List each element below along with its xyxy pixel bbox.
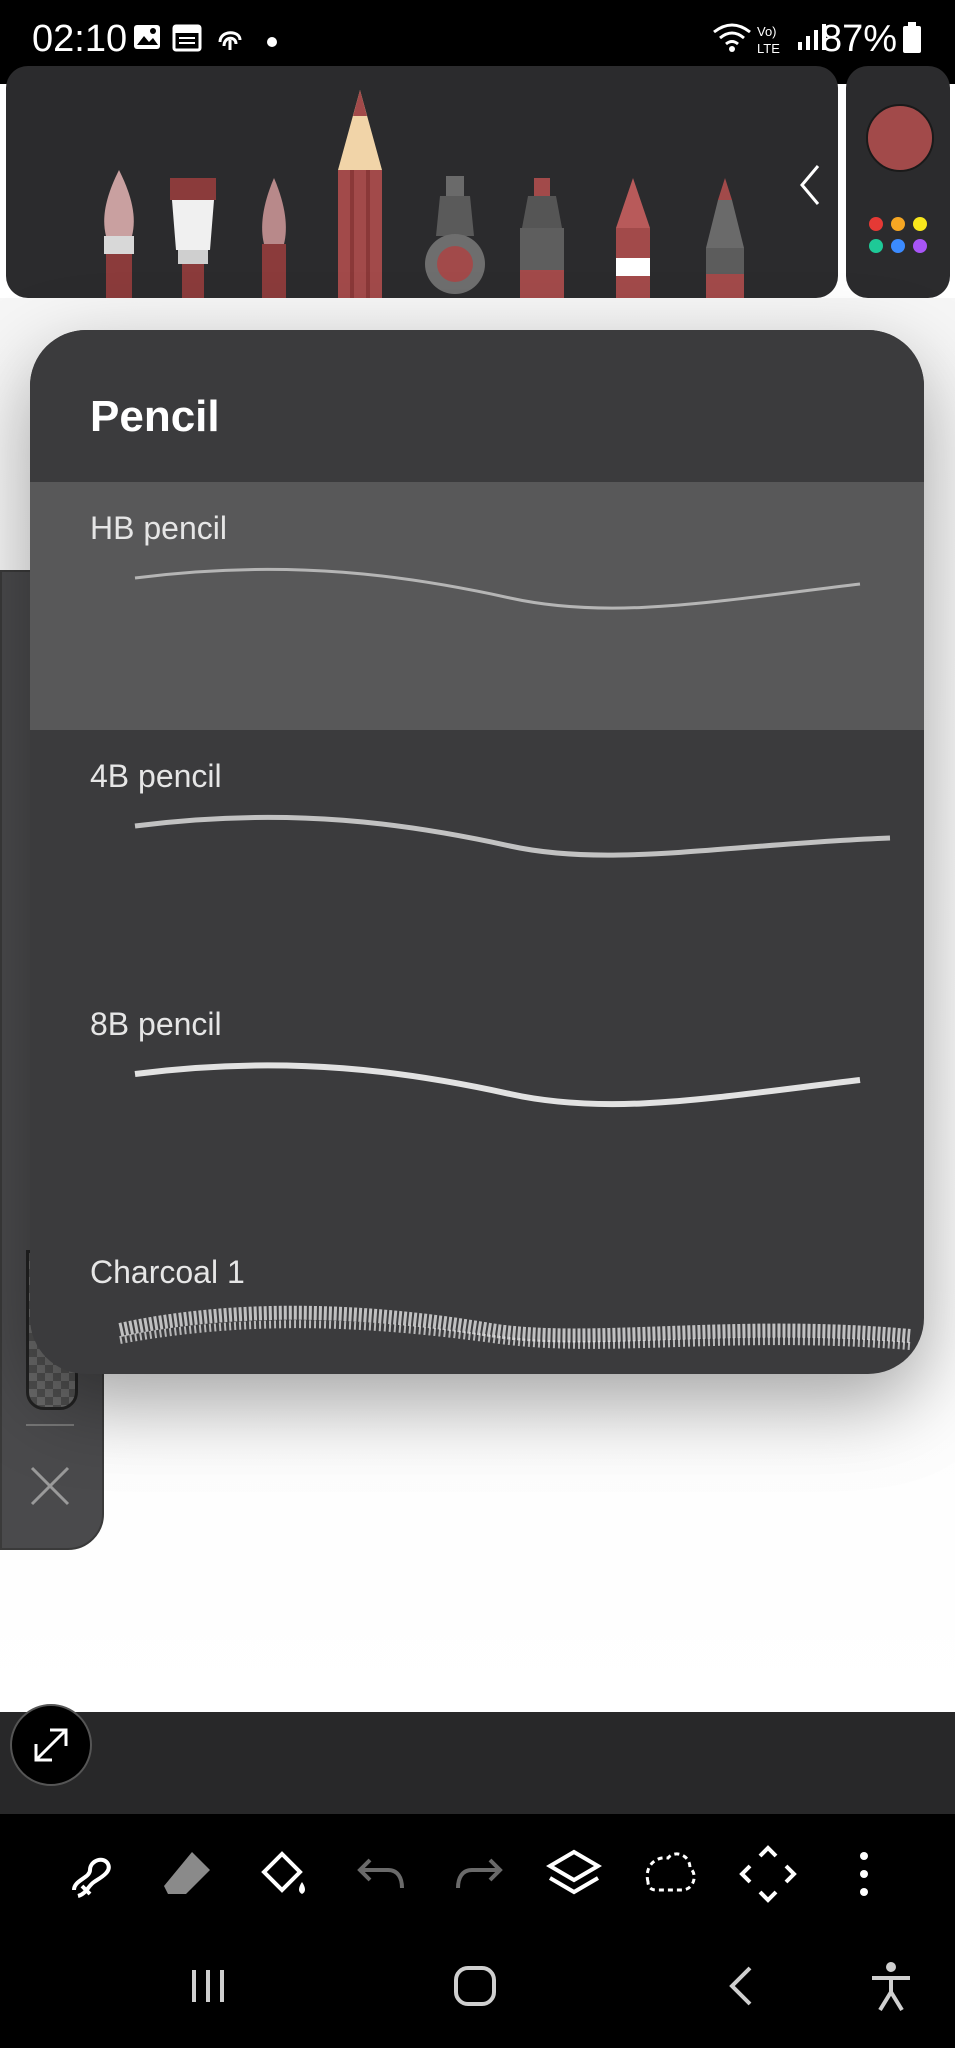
color-panel bbox=[846, 66, 950, 298]
watercolor-brush-icon[interactable] bbox=[250, 178, 298, 298]
brush-stroke-preview bbox=[134, 814, 891, 858]
brush-item-charcoal-1[interactable]: Charcoal 1 bbox=[30, 1226, 924, 1374]
side-divider bbox=[26, 1424, 74, 1426]
airbrush-icon[interactable] bbox=[418, 176, 492, 298]
transform-icon[interactable] bbox=[736, 1842, 800, 1906]
dot-icon bbox=[267, 37, 277, 47]
status-time: 02:10 bbox=[32, 18, 128, 60]
home-icon[interactable] bbox=[452, 1962, 498, 2008]
brush-item-4b-pencil[interactable]: 4B pencil bbox=[30, 730, 924, 978]
volte-icon: Vo) LTE bbox=[757, 24, 780, 56]
brush-item-label: 4B pencil bbox=[90, 758, 222, 794]
battery-icon bbox=[903, 22, 921, 53]
round-brush-icon[interactable] bbox=[94, 170, 144, 298]
crayon-icon[interactable] bbox=[610, 178, 656, 298]
close-icon[interactable] bbox=[24, 1460, 76, 1512]
more-icon[interactable] bbox=[832, 1842, 896, 1906]
pencil-icon[interactable] bbox=[330, 90, 390, 298]
brush-stroke-preview bbox=[134, 567, 861, 610]
current-color-swatch[interactable] bbox=[866, 104, 934, 172]
svg-text:Vo): Vo) bbox=[757, 24, 777, 39]
svg-text:LTE: LTE bbox=[757, 41, 780, 56]
brush-stroke-preview bbox=[118, 1305, 911, 1350]
fingerprint-icon bbox=[218, 31, 242, 50]
wifi-icon bbox=[713, 23, 751, 52]
flat-brush-icon[interactable] bbox=[166, 178, 220, 298]
brush-item-label: HB pencil bbox=[90, 510, 227, 546]
accessibility-icon[interactable] bbox=[866, 1960, 916, 2012]
brush-item-8b-pencil[interactable]: 8B pencil bbox=[30, 978, 924, 1226]
calendar-icon bbox=[172, 24, 202, 52]
brush-stroke-preview bbox=[134, 1062, 861, 1108]
fill-bucket-icon[interactable] bbox=[252, 1842, 316, 1906]
eraser-icon[interactable] bbox=[156, 1842, 220, 1906]
back-icon[interactable] bbox=[724, 1964, 760, 2008]
battery-text: 87% bbox=[820, 18, 897, 60]
brush-toolbar bbox=[6, 66, 838, 298]
fullscreen-button[interactable] bbox=[10, 1704, 92, 1786]
undo-icon[interactable] bbox=[350, 1842, 414, 1906]
brush-item-label: Charcoal 1 bbox=[90, 1254, 245, 1290]
brush-popup: Pencil HB pencil 4B pencil 8B pencil Cha… bbox=[30, 330, 924, 1374]
lasso-icon[interactable] bbox=[638, 1842, 702, 1906]
expand-icon bbox=[34, 1728, 68, 1762]
layers-icon[interactable] bbox=[542, 1842, 606, 1906]
marker-icon[interactable] bbox=[512, 178, 572, 298]
redo-icon[interactable] bbox=[446, 1842, 510, 1906]
brush-select-icon[interactable] bbox=[60, 1842, 124, 1906]
brush-item-hb-pencil[interactable]: HB pencil bbox=[30, 482, 924, 730]
palette-icon[interactable] bbox=[866, 214, 930, 258]
recent-apps-icon[interactable] bbox=[186, 1964, 230, 2008]
system-nav-bar bbox=[0, 1934, 955, 2048]
pen-icon[interactable] bbox=[698, 178, 752, 298]
canvas-bottom-strip bbox=[0, 1712, 955, 1814]
popup-header: Pencil bbox=[30, 330, 924, 482]
brush-item-label: 8B pencil bbox=[90, 1006, 222, 1042]
image-icon bbox=[134, 25, 160, 49]
chevron-left-icon[interactable] bbox=[796, 162, 824, 208]
popup-title: Pencil bbox=[90, 392, 220, 441]
